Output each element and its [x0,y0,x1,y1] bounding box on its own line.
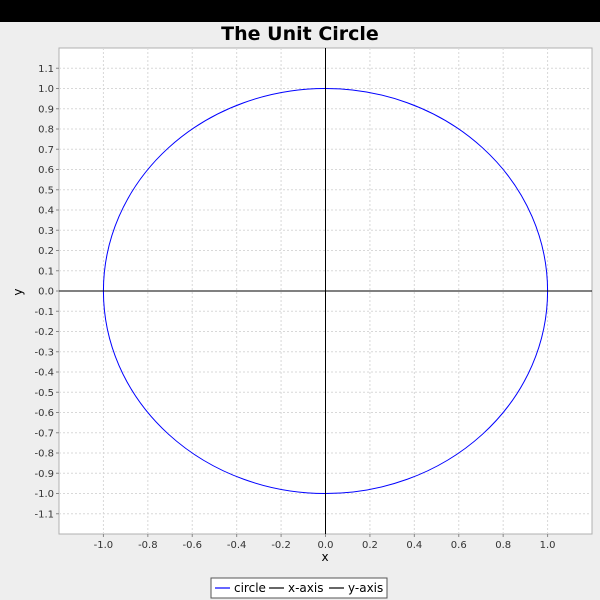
y-tick-label: -0.7 [34,428,54,439]
window-titlebar [0,0,600,22]
y-tick-label: -0.1 [34,307,54,318]
legend-label-y-axis: y-axis [348,581,383,595]
y-tick-label: -0.4 [34,368,54,379]
y-tick-label: 0.9 [38,104,54,115]
chart-panel: The Unit Circle -1.0 -0.8 -0.6 -0.4 -0.2 0.0 0… [0,22,600,600]
x-axis-ticks: -1.0 -0.8 -0.6 -0.4 -0.2 0.0 0.2 0.4 0.6 0.8 1.0 [94,534,556,551]
y-tick-label: -0.5 [34,388,54,399]
y-axis-ticks: 1.1 1.0 0.9 0.8 0.7 0.6 0.5 0.4 0.3 0.2 0.1 0.0 -0.1… [34,64,59,520]
x-tick-label: 1.0 [540,540,556,551]
legend-label-x-axis: x-axis [288,581,323,595]
y-tick-label: 0.1 [38,266,54,277]
y-tick-label: 0.0 [38,287,54,298]
x-axis-label: x [321,550,328,564]
x-tick-label: -1.0 [94,540,114,551]
y-tick-label: -1.1 [34,509,54,520]
y-tick-label: -0.8 [34,449,54,460]
y-tick-label: 0.5 [38,185,54,196]
chart-title: The Unit Circle [221,23,379,45]
x-tick-label: 0.8 [495,540,511,551]
y-tick-label: 0.2 [38,246,54,257]
y-tick-label: 0.8 [38,125,54,136]
x-tick-label: -0.4 [227,540,247,551]
y-tick-label: 1.1 [38,64,54,75]
x-tick-label: 0.2 [362,540,378,551]
x-tick-label: -0.6 [182,540,202,551]
y-tick-label: 0.4 [38,206,54,217]
y-tick-label: -0.6 [34,408,54,419]
unit-circle-chart: The Unit Circle -1.0 -0.8 -0.6 -0.4 -0.2 0.0 0… [11,23,593,599]
legend-label-circle: circle [234,581,266,595]
y-tick-label: -0.2 [34,327,54,338]
x-tick-label: 0.4 [406,540,422,551]
y-tick-label: 0.6 [38,165,54,176]
y-axis-label: y [11,288,25,295]
y-tick-label: 1.0 [38,84,54,95]
x-tick-label: -0.2 [271,540,291,551]
y-tick-label: -0.9 [34,469,54,480]
x-tick-label: -0.8 [138,540,158,551]
y-tick-label: 0.7 [38,145,54,156]
legend: circle x-axis y-axis [210,577,388,599]
y-tick-label: -0.3 [34,347,54,358]
y-tick-label: -1.0 [34,489,54,500]
y-tick-label: 0.3 [38,226,54,237]
x-tick-label: 0.6 [451,540,467,551]
